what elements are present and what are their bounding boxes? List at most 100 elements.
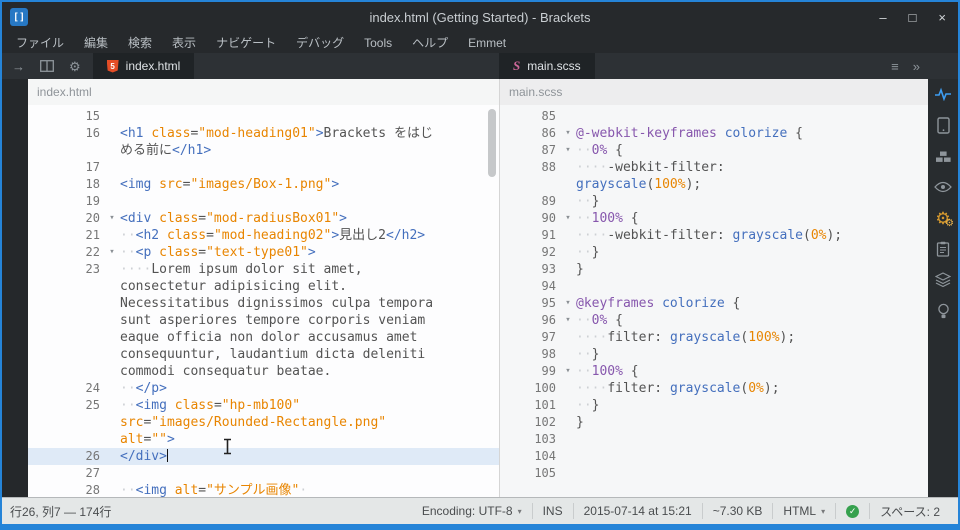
menu-item[interactable]: Tools — [354, 36, 402, 50]
code-row[interactable]: alt=""> — [28, 431, 499, 448]
code-line: commodi consequatur beatae. — [120, 364, 332, 379]
code-row[interactable]: 28 ··<img alt="サンプル画像"· — [28, 482, 499, 497]
code-row[interactable]: eaque officia non dolor accusamus amet — [28, 329, 499, 346]
language-selector[interactable]: HTML ▾ — [772, 503, 835, 519]
settings-gears-icon[interactable]: ⚙ ⚙ — [933, 209, 954, 229]
menu-item[interactable]: 表示 — [162, 34, 206, 51]
fold-arrow-icon[interactable]: ▾ — [560, 142, 576, 159]
code-row[interactable]: 17 — [28, 159, 499, 176]
nav-forward-icon[interactable]: → — [12, 60, 25, 73]
code-row[interactable]: 86 ▾ @-webkit-keyframes colorize { — [500, 125, 928, 142]
code-row[interactable]: 96 ▾ ··0% { — [500, 312, 928, 329]
layers-stack-icon[interactable] — [933, 271, 953, 289]
code-row[interactable]: 24 ··</p> — [28, 380, 499, 397]
code-row[interactable]: 101 ··} — [500, 397, 928, 414]
code-row[interactable]: src="images/Rounded-Rectangle.png" — [28, 414, 499, 431]
code-row[interactable]: 88 ····-webkit-filter: — [500, 159, 928, 176]
line-number: 18 — [85, 177, 100, 191]
code-row[interactable]: 85 — [500, 108, 928, 125]
fold-gutter — [104, 397, 120, 414]
code-row[interactable]: 102} — [500, 414, 928, 431]
code-line: ··0% { — [576, 143, 623, 158]
fold-gutter — [560, 397, 576, 414]
snippets-clipboard-icon[interactable] — [933, 240, 953, 258]
code-row[interactable]: 22 ▾ ··<p class="text-type01"> — [28, 244, 499, 261]
menu-item[interactable]: Emmet — [458, 36, 516, 50]
code-row[interactable]: 18 <img src="images/Box-1.png"> — [28, 176, 499, 193]
visibility-eye-icon[interactable] — [933, 178, 953, 196]
code-row[interactable]: 16 <h1 class="mod-heading01">Brackets をはじ — [28, 125, 499, 142]
code-row[interactable]: Necessitatibus dignissimos culpa tempora — [28, 295, 499, 312]
code-row[interactable]: 95 ▾ @keyframes colorize { — [500, 295, 928, 312]
scrollbar-thumb[interactable] — [488, 109, 496, 177]
code-row[interactable]: 93} — [500, 261, 928, 278]
split-view-icon[interactable] — [40, 60, 54, 72]
code-row[interactable]: 21 ··<h2 class="mod-heading02">見出し2</h2> — [28, 227, 499, 244]
fold-gutter — [104, 465, 120, 482]
code-row[interactable]: 99 ▾ ··100% { — [500, 363, 928, 380]
fold-arrow-icon[interactable]: ▾ — [560, 125, 576, 142]
menu-item[interactable]: 検索 — [118, 34, 162, 51]
code-area-scss[interactable]: 85 86 ▾ @-webkit-keyframes colorize {87 ▾ ··0… — [500, 105, 928, 497]
code-row[interactable]: める前に</h1> — [28, 142, 499, 159]
code-row[interactable]: 27 — [28, 465, 499, 482]
menu-item[interactable]: デバッグ — [286, 34, 354, 51]
code-row[interactable]: consectetur adipisicing elit. — [28, 278, 499, 295]
close-button[interactable]: × — [938, 10, 946, 25]
code-row[interactable]: 19 — [28, 193, 499, 210]
fold-arrow-icon[interactable]: ▾ — [104, 210, 120, 227]
title-bar[interactable]: [] index.html (Getting Started) - Bracke… — [2, 2, 958, 32]
tab-index-html[interactable]: 5 index.html — [92, 53, 195, 79]
code-row[interactable]: 100 ····filter: grayscale(0%); — [500, 380, 928, 397]
code-line: grayscale(100%); — [576, 177, 702, 192]
settings-gear-icon[interactable]: ⚙ — [69, 60, 81, 73]
tab-main-scss[interactable]: S main.scss — [499, 53, 595, 79]
menu-item[interactable]: 編集 — [74, 34, 118, 51]
fold-arrow-icon[interactable]: ▾ — [560, 210, 576, 227]
menu-item[interactable]: ヘルプ — [402, 34, 458, 51]
menu-item[interactable]: ナビゲート — [206, 34, 286, 51]
code-row[interactable]: consequuntur, laudantium dicta deleniti — [28, 346, 499, 363]
fold-arrow-icon[interactable]: ▾ — [560, 312, 576, 329]
overflow-chevrons-icon[interactable]: » — [913, 60, 920, 73]
live-preview-pulse-icon[interactable] — [933, 85, 953, 103]
code-row[interactable]: 92 ··} — [500, 244, 928, 261]
code-row[interactable]: 103 — [500, 431, 928, 448]
code-row[interactable]: 105 — [500, 465, 928, 482]
menu-item[interactable]: ファイル — [6, 34, 74, 51]
code-row[interactable]: 90 ▾ ··100% { — [500, 210, 928, 227]
chevron-down-icon: ▾ — [821, 506, 826, 516]
fold-arrow-icon[interactable]: ▾ — [104, 244, 120, 261]
code-row[interactable]: 87 ▾ ··0% { — [500, 142, 928, 159]
code-row[interactable]: 94 — [500, 278, 928, 295]
code-row[interactable]: 20 ▾ <div class="mod-radiusBox01"> — [28, 210, 499, 227]
code-row[interactable]: 97 ····filter: grayscale(100%); — [500, 329, 928, 346]
code-row[interactable]: 26 </div> — [28, 448, 499, 465]
code-row[interactable]: 104 — [500, 448, 928, 465]
code-row[interactable]: 25 ··<img class="hp-mb100" — [28, 397, 499, 414]
code-row[interactable]: sunt asperiores tempore corporis veniam — [28, 312, 499, 329]
encoding-selector[interactable]: Encoding: UTF-8 ▾ — [412, 503, 532, 519]
code-area-html[interactable]: 15 16 <h1 class="mod-heading01">Brackets を… — [28, 105, 499, 497]
code-row[interactable]: 91 ····-webkit-filter: grayscale(0%); — [500, 227, 928, 244]
code-row[interactable]: commodi consequatur beatae. — [28, 363, 499, 380]
code-row[interactable]: 89 ··} — [500, 193, 928, 210]
lint-status[interactable]: ✓ — [835, 503, 869, 519]
device-preview-icon[interactable] — [933, 116, 953, 134]
maximize-button[interactable]: □ — [909, 10, 917, 25]
hint-lightbulb-icon[interactable] — [933, 302, 953, 320]
code-row[interactable]: 15 — [28, 108, 499, 125]
working-files-list-icon[interactable]: ≡ — [891, 60, 899, 73]
insert-mode-indicator[interactable]: INS — [531, 503, 573, 519]
code-row[interactable]: 23 ····Lorem ipsum dolor sit amet, — [28, 261, 499, 278]
indent-setting[interactable]: スペース: 2 — [869, 503, 950, 519]
fold-arrow-icon[interactable]: ▾ — [560, 363, 576, 380]
minimize-button[interactable]: – — [879, 10, 886, 25]
fold-arrow-icon[interactable]: ▾ — [560, 295, 576, 312]
code-row[interactable]: 98 ··} — [500, 346, 928, 363]
code-row[interactable]: grayscale(100%); — [500, 176, 928, 193]
extensions-bricks-icon[interactable] — [933, 147, 953, 165]
fold-gutter — [560, 465, 576, 482]
